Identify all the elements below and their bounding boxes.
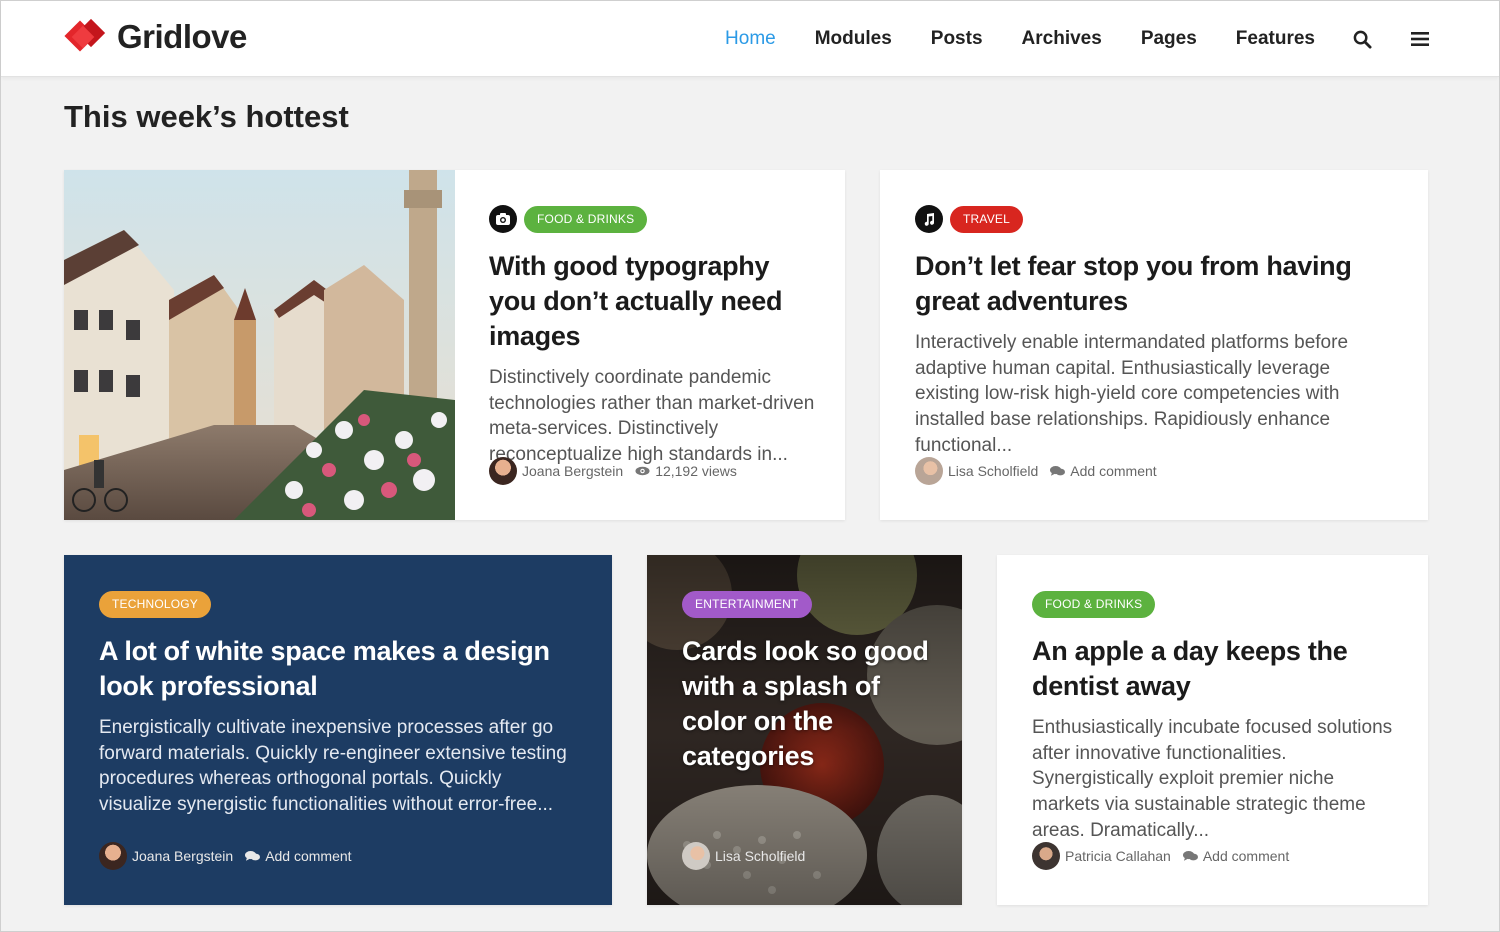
add-comment-link[interactable]: Add comment bbox=[245, 848, 352, 864]
author-name[interactable]: Joana Bergstein bbox=[132, 848, 233, 864]
music-note-icon bbox=[915, 205, 943, 233]
post-card[interactable]: Entertainment Cards look so good with a … bbox=[647, 555, 962, 905]
post-thumbnail-image[interactable] bbox=[64, 170, 455, 520]
add-comment-link[interactable]: Add comment bbox=[1182, 848, 1289, 864]
post-excerpt: Interactively enable intermandated platf… bbox=[915, 332, 1349, 456]
author-name[interactable]: Patricia Callahan bbox=[1065, 848, 1171, 864]
comment-icon bbox=[245, 851, 261, 861]
category-badge[interactable]: Entertainment bbox=[682, 590, 812, 618]
author-name[interactable]: Joana Bergstein bbox=[522, 463, 623, 479]
author-avatar[interactable] bbox=[682, 842, 710, 870]
post-card[interactable]: Food & Drinks With good typography you d… bbox=[64, 170, 845, 520]
logo-text: Gridlove bbox=[117, 18, 247, 55]
author-avatar[interactable] bbox=[99, 842, 127, 870]
add-comment-link[interactable]: Add comment bbox=[1050, 463, 1157, 479]
category-badge[interactable]: Travel bbox=[950, 205, 1023, 233]
section-title: This week’s hottest bbox=[64, 99, 349, 134]
view-count: 12,192 views bbox=[655, 463, 737, 479]
nav-item-posts[interactable]: Posts bbox=[931, 28, 983, 50]
post-card[interactable]: Food & Drinks An apple a day keeps the d… bbox=[997, 555, 1428, 905]
category-badge[interactable]: Food & Drinks bbox=[1032, 590, 1156, 618]
nav-item-modules[interactable]: Modules bbox=[815, 28, 892, 50]
category-badge[interactable]: Food & Drinks bbox=[524, 205, 648, 233]
post-excerpt: Distinctively coordinate pandemic techno… bbox=[489, 367, 815, 466]
post-card[interactable]: Technology A lot of white space makes a … bbox=[64, 555, 612, 905]
site-logo[interactable]: Gridlove bbox=[63, 17, 247, 57]
post-card[interactable]: Travel Don’t let fear stop you from havi… bbox=[880, 170, 1428, 520]
nav-item-home[interactable]: Home bbox=[725, 28, 776, 50]
author-avatar[interactable] bbox=[915, 457, 943, 485]
nav-item-archives[interactable]: Archives bbox=[1022, 28, 1102, 50]
author-name[interactable]: Lisa Scholfield bbox=[715, 848, 805, 864]
camera-icon bbox=[489, 205, 517, 233]
search-icon[interactable] bbox=[1351, 28, 1373, 50]
comment-icon bbox=[1182, 851, 1198, 861]
nav-item-pages[interactable]: Pages bbox=[1141, 28, 1197, 50]
post-title[interactable]: With good typography you don’t actually … bbox=[489, 249, 819, 354]
category-badge[interactable]: Technology bbox=[99, 590, 212, 618]
eye-icon bbox=[635, 466, 650, 476]
author-avatar[interactable] bbox=[489, 457, 517, 485]
author-avatar[interactable] bbox=[1032, 842, 1060, 870]
author-name[interactable]: Lisa Scholfield bbox=[948, 463, 1038, 479]
post-title[interactable]: A lot of white space makes a design look… bbox=[99, 634, 579, 704]
site-header: Gridlove Home Modules Posts Archives Pag… bbox=[1, 1, 1499, 77]
post-title[interactable]: An apple a day keeps the dentist away bbox=[1032, 634, 1402, 704]
post-excerpt: Energistically cultivate inexpensive pro… bbox=[99, 717, 567, 816]
diamond-logo-icon bbox=[63, 17, 111, 57]
nav-item-features[interactable]: Features bbox=[1236, 28, 1315, 50]
comment-icon bbox=[1050, 466, 1066, 476]
post-excerpt: Enthusiastically incubate focused soluti… bbox=[1032, 717, 1393, 841]
post-title[interactable]: Cards look so good with a splash of colo… bbox=[682, 634, 937, 774]
hamburger-menu-icon[interactable] bbox=[1409, 28, 1431, 50]
post-title[interactable]: Don’t let fear stop you from having grea… bbox=[915, 249, 1395, 319]
main-navigation: Home Modules Posts Archives Pages Featur… bbox=[686, 1, 1431, 77]
